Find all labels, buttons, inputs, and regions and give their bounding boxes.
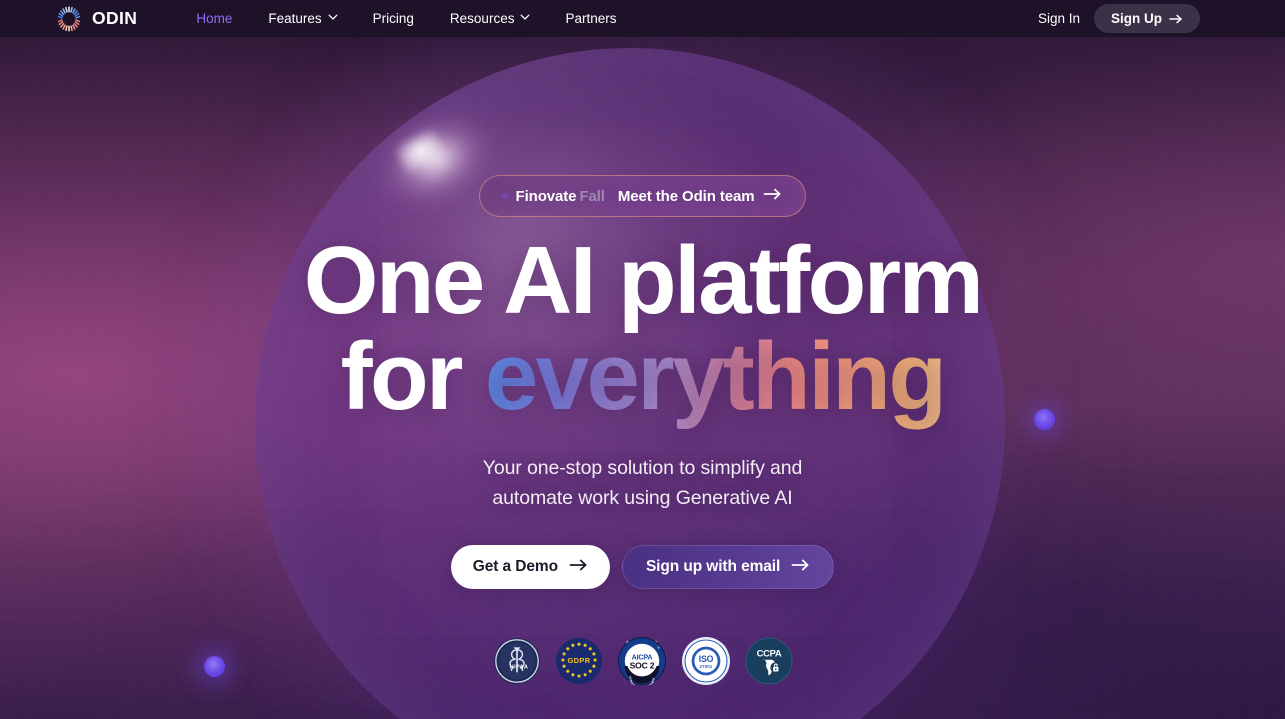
hipaa-badge-label: HIPAA xyxy=(509,665,528,671)
nav-item-resources-label: Resources xyxy=(449,11,515,26)
sign-up-with-email-button-label: Sign up with email xyxy=(645,558,781,576)
hero-headline-line2-gradient: everything xyxy=(484,323,947,431)
finovate-logo-primary: Finovate xyxy=(515,187,577,205)
gdpr-badge-label: GDPR xyxy=(567,656,590,665)
hero-headline-line2: for everything xyxy=(304,329,982,425)
hero-headline: One AI platform for everything xyxy=(304,233,984,425)
iso-27001-badge: Information Security Management Certifie… xyxy=(681,636,731,686)
finovate-logo-secondary: Fall xyxy=(579,187,605,205)
brand-name: ODIN xyxy=(92,8,138,28)
odin-radial-burst-icon xyxy=(55,5,83,33)
ccpa-badge: CCPA xyxy=(745,637,793,685)
hero-headline-line2-plain: for xyxy=(340,323,485,431)
hero-section: Finovate Fall Meet the Odin team One AI … xyxy=(0,37,1285,719)
arrow-right-icon xyxy=(791,558,810,577)
hero-subtitle-line1: Your one-stop solution to simplify and xyxy=(482,457,803,480)
arrow-right-icon xyxy=(1169,13,1183,25)
aicpa-soc2-badge: Service Organization Control Reports For… xyxy=(617,636,667,686)
nav-links: Home Features Pricing Resources Partners xyxy=(178,0,634,37)
get-a-demo-button-label: Get a Demo xyxy=(472,558,558,576)
hero-subtitle-line2: automate work using Generative AI xyxy=(492,486,793,509)
nav-item-partners-label: Partners xyxy=(565,11,617,26)
hero-headline-line1: One AI platform xyxy=(303,227,984,334)
sign-up-button-label: Sign Up xyxy=(1111,11,1162,26)
announcement-cta-label: Meet the Odin team xyxy=(617,187,755,205)
top-navbar: ODIN Home Features Pricing Resources Par… xyxy=(0,0,1285,37)
nav-actions: Sign In Sign Up xyxy=(1038,4,1200,33)
iso-badge-label: ISO xyxy=(698,654,713,664)
gdpr-badge: GDPR xyxy=(555,637,603,685)
nav-item-features[interactable]: Features xyxy=(250,0,354,37)
nav-item-pricing[interactable]: Pricing xyxy=(355,0,432,37)
get-a-demo-button[interactable]: Get a Demo xyxy=(450,545,610,590)
nav-item-partners[interactable]: Partners xyxy=(547,0,634,37)
hero-cta-row: Get a Demo Sign up with email xyxy=(450,545,835,590)
sign-in-link[interactable]: Sign In xyxy=(1038,11,1080,26)
chevron-down-icon xyxy=(328,12,338,21)
sign-up-with-email-button[interactable]: Sign up with email xyxy=(621,545,835,590)
announcement-banner[interactable]: Finovate Fall Meet the Odin team xyxy=(478,175,807,217)
sign-up-button[interactable]: Sign Up xyxy=(1094,4,1200,33)
ccpa-badge-label: CCPA xyxy=(756,648,781,659)
page-stage: ODIN Home Features Pricing Resources Par… xyxy=(0,0,1285,719)
chevron-down-icon xyxy=(520,12,530,21)
nav-item-pricing-label: Pricing xyxy=(372,11,414,26)
announcement-cta: Meet the Odin team xyxy=(618,187,783,205)
nav-item-resources[interactable]: Resources xyxy=(432,0,548,37)
arrow-right-icon xyxy=(569,558,588,577)
soc2-badge-label: SOC 2 xyxy=(629,661,654,671)
nav-item-home-label: Home xyxy=(196,11,233,26)
brand-logo[interactable]: ODIN xyxy=(55,5,137,33)
hero-subtitle: Your one-stop solution to simplify and a… xyxy=(483,454,803,513)
iso-badge-sublabel: 27001 xyxy=(699,665,712,670)
hipaa-badge: HIPAA xyxy=(493,637,541,685)
nav-item-home[interactable]: Home xyxy=(178,0,250,37)
finovate-logo: Finovate Fall xyxy=(500,188,605,205)
finovate-chevron-icon xyxy=(500,190,513,203)
compliance-badges: HIPAA GDPR Org trol ormerl Repor AICPA S… xyxy=(493,636,793,686)
arrow-right-icon xyxy=(763,187,782,205)
nav-item-features-label: Features xyxy=(268,11,322,26)
